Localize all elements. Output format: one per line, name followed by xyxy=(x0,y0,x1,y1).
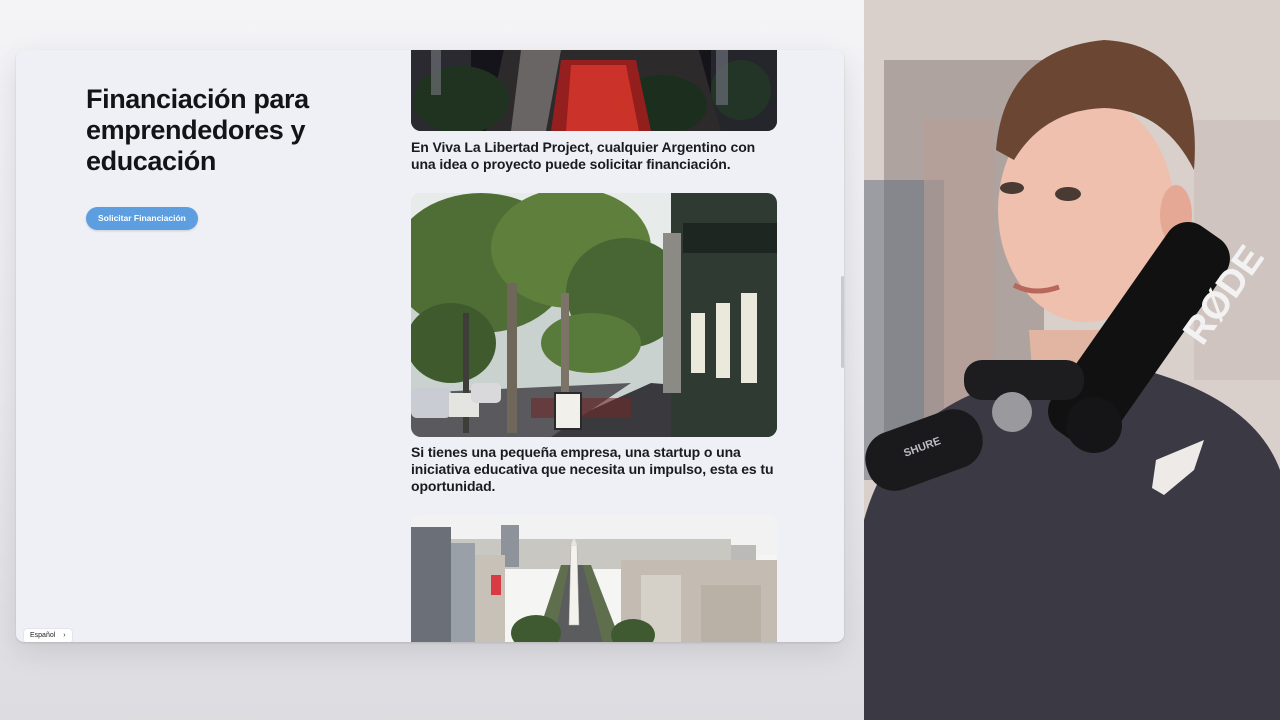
caption-2: Si tienes una pequeña empresa, una start… xyxy=(411,444,774,494)
page-title: Financiación para emprendedores y educac… xyxy=(86,84,309,176)
request-financing-button[interactable]: Solicitar Financiación xyxy=(86,207,198,230)
night-avenue-traffic-photo xyxy=(411,50,777,131)
content-feed: En Viva La Libertad Project, cualquier A… xyxy=(411,50,777,642)
language-label: Español xyxy=(30,632,56,639)
webcam-feed: RØDE SHURE xyxy=(864,0,1280,720)
obelisco-aerial-city-photo xyxy=(411,515,777,642)
tree-lined-street-cafe-photo xyxy=(411,193,777,437)
chevron-right-icon: › xyxy=(63,632,66,639)
caption-1: En Viva La Libertad Project, cualquier A… xyxy=(411,139,756,172)
scrollbar-thumb[interactable] xyxy=(841,276,844,368)
browser-window: Financiación para emprendedores y educac… xyxy=(16,50,844,642)
language-selector[interactable]: Español › xyxy=(24,629,72,642)
